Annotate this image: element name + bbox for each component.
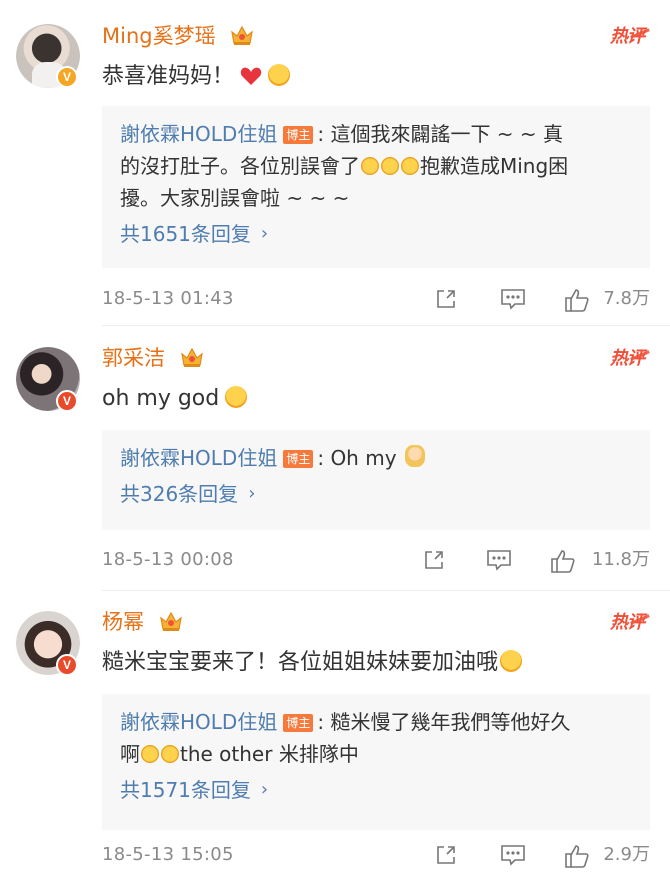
share-icon[interactable] (434, 843, 458, 867)
kiss-emoji-icon (268, 64, 291, 86)
username[interactable]: 杨幂 (102, 608, 183, 636)
verified-v-icon: V (56, 654, 78, 676)
laugh-cry-emoji-icon (401, 157, 419, 175)
hot-comment-badge: 热评 (610, 610, 645, 636)
reply-author[interactable]: 謝依霖HOLD住姐 (120, 710, 277, 734)
hot-comment-badge: 热评 (610, 346, 645, 372)
blogger-badge: 博主 (283, 714, 314, 732)
chevron-right-icon: › (260, 223, 269, 244)
comment-item: V Ming奚梦瑶 热评 恭喜准妈妈！ 謝依霖HOLD住姐 博主: 這個我來闢謠一… (0, 22, 670, 322)
reply-text: 謝依霖HOLD住姐 博主: 這個我來闢謠一下 ~ ~ 真 的沒打肚子。各位別誤會了… (120, 122, 569, 210)
comment-text: oh my god (102, 384, 248, 414)
reply-preview[interactable]: 謝依霖HOLD住姐 博主: 這個我來闢謠一下 ~ ~ 真 的沒打肚子。各位別誤會了… (102, 106, 650, 268)
like-count: 11.8万 (591, 549, 650, 570)
reply-preview[interactable]: 謝依霖HOLD住姐 博主: 糙米慢了幾年我們等他好久 啊 the other 米排隊… (102, 694, 650, 830)
crown-icon (180, 347, 203, 367)
timestamp: 18-5-13 00:08 (102, 549, 234, 570)
share-icon[interactable] (422, 548, 446, 572)
comment-item: V 郭采洁 热评 oh my god 謝依霖HOLD住姐 博主: Oh my 共3… (0, 344, 670, 574)
comment-icon[interactable] (500, 843, 526, 867)
comment-icon[interactable] (500, 287, 526, 311)
comment-text: 恭喜准妈妈！ (102, 62, 291, 92)
divider (102, 325, 670, 326)
like-count: 2.9万 (603, 844, 650, 865)
view-replies-link[interactable]: 共1571条回复 › (120, 774, 268, 806)
reply-author[interactable]: 謝依霖HOLD住姐 (120, 122, 277, 146)
username[interactable]: 郭采洁 (102, 344, 204, 372)
thinking-emoji-icon (225, 386, 248, 408)
timestamp: 18-5-13 01:43 (102, 288, 234, 309)
timestamp: 18-5-13 15:05 (102, 844, 234, 865)
verified-v-icon: V (56, 66, 78, 88)
divider (102, 590, 670, 591)
shy-emoji-icon (161, 745, 179, 763)
comment-icon[interactable] (486, 548, 512, 572)
username[interactable]: Ming奚梦瑶 (102, 22, 254, 50)
verified-v-icon: V (56, 390, 78, 412)
like-count: 7.8万 (603, 288, 650, 309)
view-replies-link[interactable]: 共1651条回复 › (120, 218, 268, 250)
hot-comment-badge: 热评 (610, 24, 645, 50)
share-icon[interactable] (434, 287, 458, 311)
thumbs-up-icon[interactable] (564, 843, 590, 869)
comment-footer: 18-5-13 15:05 2.9万 (102, 840, 650, 870)
angel-emoji-icon (404, 445, 425, 467)
reply-text: 謝依霖HOLD住姐 博主: Oh my (120, 442, 632, 474)
crown-icon (231, 25, 254, 45)
reply-author[interactable]: 謝依霖HOLD住姐 (120, 446, 277, 470)
comment-footer: 18-5-13 00:08 11.8万 (102, 545, 650, 575)
blogger-badge: 博主 (283, 450, 314, 468)
shy-emoji-icon (141, 745, 159, 763)
comment-footer: 18-5-13 01:43 7.8万 (102, 284, 650, 314)
thumbs-up-icon[interactable] (550, 548, 576, 574)
heart-emoji-icon (240, 67, 262, 85)
view-replies-link[interactable]: 共326条回复 › (120, 478, 255, 510)
comment-item: V 杨幂 热评 糙米宝宝要来了！各位姐姐妹妹要加油哦 謝依霖HOLD住姐 博主: … (0, 608, 670, 882)
chevron-right-icon: › (260, 779, 269, 800)
thumbs-up-icon[interactable] (564, 287, 590, 313)
blogger-badge: 博主 (283, 126, 314, 144)
comment-text: 糙米宝宝要来了！各位姐姐妹妹要加油哦 (102, 648, 523, 678)
scared-emoji-icon (500, 650, 523, 672)
laugh-cry-emoji-icon (361, 157, 379, 175)
reply-text: 謝依霖HOLD住姐 博主: 糙米慢了幾年我們等他好久 啊 the other 米排隊… (120, 710, 571, 766)
crown-icon (159, 611, 182, 631)
chevron-right-icon: › (248, 483, 256, 504)
reply-preview[interactable]: 謝依霖HOLD住姐 博主: Oh my 共326条回复 › (102, 430, 650, 530)
laugh-cry-emoji-icon (381, 157, 399, 175)
